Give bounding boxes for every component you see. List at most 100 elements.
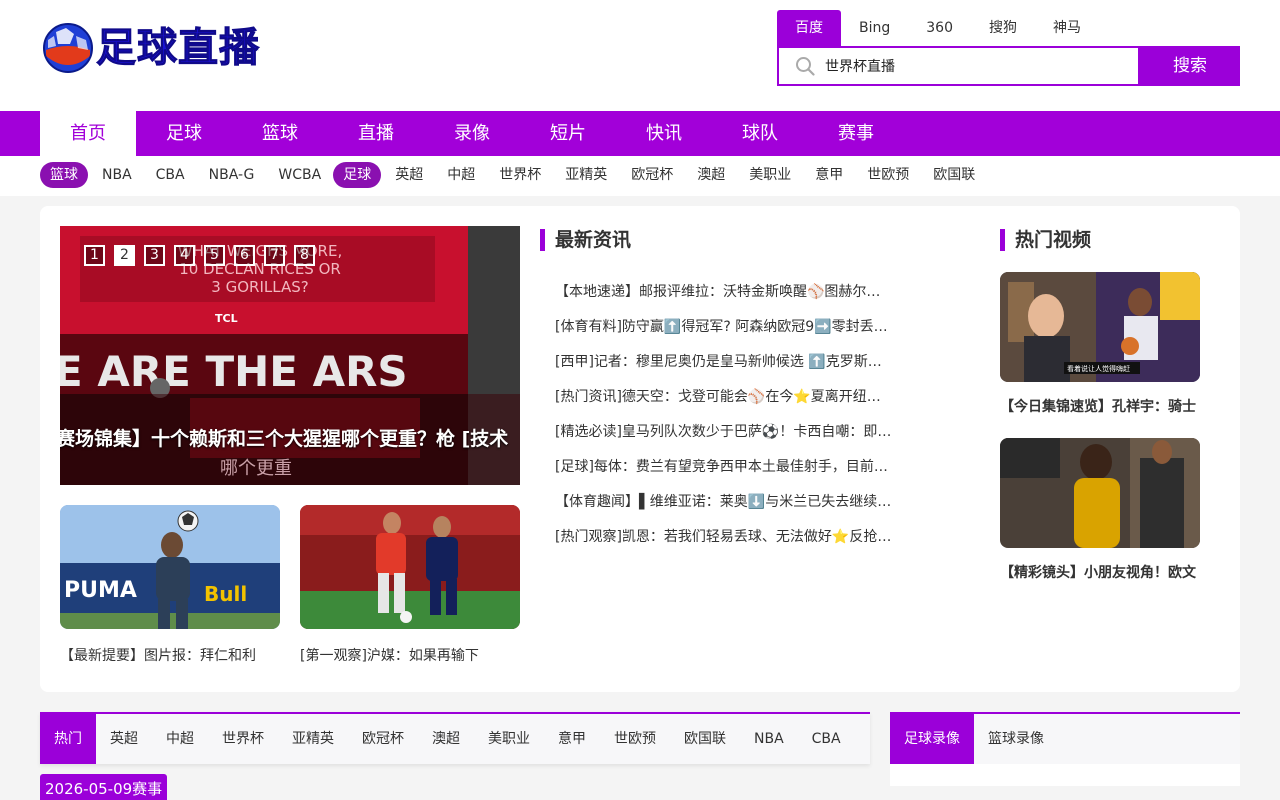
video-caption[interactable]: 【今日集锦速览】孔祥宇：骑士 (1000, 396, 1200, 416)
slider-bg-banner: E ARE THE ARS (60, 347, 408, 396)
schedule-tab[interactable]: 欧国联 (670, 714, 740, 764)
sub-nav-category[interactable]: 篮球 (40, 162, 88, 188)
schedule-tab[interactable]: 英超 (96, 714, 152, 764)
news-thumb-card[interactable]: PUMA Bull 【最新提要】图片报：拜仁和利 (60, 505, 280, 665)
news-thumb-image (300, 505, 520, 629)
sub-nav-item[interactable]: 意甲 (803, 162, 855, 188)
main-nav-item[interactable]: 快讯 (616, 111, 712, 156)
sub-nav-item[interactable]: CBA (144, 162, 197, 188)
slider-dot[interactable]: 8 (294, 245, 315, 266)
sub-nav-item[interactable]: 英超 (383, 162, 435, 188)
sub-nav-list: 篮球 NBA CBA NBA-G WCBA 足球 英超 中超 世界杯 亚精英 欧冠杯 澳超 美职业 意甲世… (40, 162, 987, 188)
schedule-tab[interactable]: CBA (798, 714, 855, 764)
news-item[interactable]: [体育有料]防守赢⬆️得冠军? 阿森纳欧冠9➡️零封丢… (554, 317, 924, 352)
news-item-text: [体育有料]防守赢⬆️得冠军? 阿森纳欧冠9➡️零封丢… (555, 319, 888, 335)
slider-dot[interactable]: 4 (174, 245, 195, 266)
search-engine-tab[interactable]: 360 (908, 10, 971, 46)
latest-news-list: 【本地速递】邮报评维拉：沃特金斯唤醒⚾图赫尔… [体育有料]防守赢⬆️得冠军? 阿… (554, 282, 924, 562)
news-item-text: [西甲]记者：穆里尼奥仍是皇马新帅候选 ⬆️克罗斯… (555, 354, 882, 370)
sub-nav-item[interactable]: 中超 (435, 162, 487, 188)
main-nav-item[interactable]: 篮球 (232, 111, 328, 156)
slider-dot[interactable]: 5 (204, 245, 225, 266)
sub-nav-item[interactable]: NBA (90, 162, 144, 188)
sub-nav-item[interactable]: 欧冠杯 (619, 162, 685, 188)
replay-tabs: 足球录像 篮球录像 (890, 712, 1240, 764)
main-nav-item[interactable]: 赛事 (808, 111, 904, 156)
schedule-tab[interactable]: 美职业 (474, 714, 544, 764)
schedule-tab[interactable]: 世界杯 (208, 714, 278, 764)
replay-tab[interactable]: 篮球录像 (974, 714, 1058, 764)
sub-nav-item[interactable]: NBA-G (197, 162, 267, 188)
video-caption[interactable]: 【精彩镜头】小朋友视角！欧文 (1000, 562, 1200, 582)
schedule-tab[interactable]: 意甲 (544, 714, 600, 764)
video-card[interactable]: 【精彩镜头】小朋友视角！欧文 (1000, 438, 1200, 582)
slider-dot[interactable]: 2 (114, 245, 135, 266)
slider-bg-sub: 哪个更重 (220, 458, 292, 479)
news-item[interactable]: [西甲]记者：穆里尼奥仍是皇马新帅候选 ⬆️克罗斯… (554, 352, 924, 387)
news-item[interactable]: 【本地速递】邮报评维拉：沃特金斯唤醒⚾图赫尔… (554, 282, 924, 317)
main-nav-item[interactable]: 球队 (712, 111, 808, 156)
sub-nav-item[interactable]: 澳超 (685, 162, 737, 188)
video-thumb-image: 看着说让人觉得嗨赶 (1000, 272, 1200, 382)
search-engine-tab[interactable]: 百度 (777, 10, 841, 46)
news-item-text: 【体育趣闻】▌维维亚诺：莱奥⬇️与米兰已失去继续… (555, 494, 892, 510)
schedule-tab[interactable]: 欧冠杯 (348, 714, 418, 764)
search-icon (796, 57, 815, 76)
content-panel: WHAT WEIGHS MORE, 10 DECLAN RICES OR 3 G… (40, 206, 1240, 692)
main-nav-item[interactable]: 足球 (136, 111, 232, 156)
news-thumb-card[interactable]: [第一观察]沪媒：如果再输下 (300, 505, 520, 665)
schedule-date-badge: 2026-05-09赛事 (40, 774, 168, 800)
sub-nav-item[interactable]: 亚精英 (553, 162, 619, 188)
football-logo-icon (43, 23, 93, 73)
schedule-tab[interactable]: NBA (740, 714, 798, 764)
main-nav-item[interactable]: 短片 (520, 111, 616, 156)
hot-videos-heading: 热门视频 (1000, 229, 1091, 251)
site-logo[interactable]: 足球直播 (42, 20, 268, 76)
news-thumb-caption[interactable]: [第一观察]沪媒：如果再输下 (300, 645, 520, 665)
schedule-tab[interactable]: 澳超 (418, 714, 474, 764)
search-button[interactable]: 搜索 (1140, 46, 1240, 86)
video-thumb-image (1000, 438, 1200, 548)
sub-nav: 篮球 NBA CBA NBA-G WCBA 足球 英超 中超 世界杯 亚精英 欧冠杯 澳超 美职业 意甲世… (0, 156, 1280, 196)
slider-bg-text-3: 3 GORILLAS? (211, 278, 308, 296)
sub-nav-item[interactable]: WCBA (266, 162, 333, 188)
replay-tab[interactable]: 足球录像 (890, 714, 974, 764)
search-engine-tab[interactable]: 搜狗 (971, 10, 1035, 46)
search-engine-tab[interactable]: Bing (841, 10, 908, 46)
video-card[interactable]: 看着说让人觉得嗨赶 【今日集锦速览】孔祥宇：骑士 (1000, 272, 1200, 416)
schedule-tab[interactable]: 中超 (152, 714, 208, 764)
news-item[interactable]: [精选必读]皇马列队次数少于巴萨⚽！卡西自嘲：即… (554, 422, 924, 457)
schedule-tab[interactable]: 亚精英 (278, 714, 348, 764)
schedule-tab[interactable]: 热门 (40, 714, 96, 764)
thumb-brand-1: PUMA (64, 578, 137, 603)
main-nav-item[interactable]: 直播 (328, 111, 424, 156)
slider-caption[interactable]: 赛场锦集】十个赖斯和三个大猩猩哪个更重？枪 [技术 (60, 424, 508, 451)
search-input[interactable] (825, 48, 1125, 84)
schedule-tab[interactable]: 世欧预 (600, 714, 670, 764)
search-box (777, 46, 1140, 86)
news-thumb-caption[interactable]: 【最新提要】图片报：拜仁和利 (60, 645, 280, 665)
main-nav: 首页 足球 篮球 直播 录像 短片 快讯 球队 赛事 (0, 111, 1280, 156)
latest-news-heading: 最新资讯 (540, 229, 631, 251)
news-item[interactable]: [热门观察]凯恩：若我们轻易丢球、无法做好⭐反抢… (554, 527, 924, 562)
news-item-text: [热门资讯]德天空：戈登可能会⚾在今⭐夏离开纽… (555, 389, 881, 405)
sub-nav-category[interactable]: 足球 (333, 162, 382, 188)
slider-dot[interactable]: 3 (144, 245, 165, 266)
featured-slider[interactable]: WHAT WEIGHS MORE, 10 DECLAN RICES OR 3 G… (60, 226, 520, 485)
sub-nav-item[interactable]: 欧国联 (921, 162, 987, 188)
news-item[interactable]: 【体育趣闻】▌维维亚诺：莱奥⬇️与米兰已失去继续… (554, 492, 924, 527)
video-overlay-text: 看着说让人觉得嗨赶 (1067, 364, 1130, 373)
slider-dot[interactable]: 7 (264, 245, 285, 266)
sub-nav-item[interactable]: 世欧预 (855, 162, 921, 188)
sub-nav-item[interactable]: 世界杯 (487, 162, 553, 188)
slider-dot[interactable]: 6 (234, 245, 255, 266)
news-item[interactable]: [足球]每体：费兰有望竞争西甲本土最佳射手，目前… (554, 457, 924, 492)
news-thumb-image: PUMA Bull (60, 505, 280, 629)
main-nav-item[interactable]: 首页 (40, 111, 136, 156)
main-nav-item[interactable]: 录像 (424, 111, 520, 156)
news-item[interactable]: [热门资讯]德天空：戈登可能会⚾在今⭐夏离开纽… (554, 387, 924, 422)
slider-pagination: 12345678 (84, 245, 324, 266)
search-engine-tab[interactable]: 神马 (1035, 10, 1099, 46)
sub-nav-item[interactable]: 美职业 (737, 162, 803, 188)
slider-dot[interactable]: 1 (84, 245, 105, 266)
